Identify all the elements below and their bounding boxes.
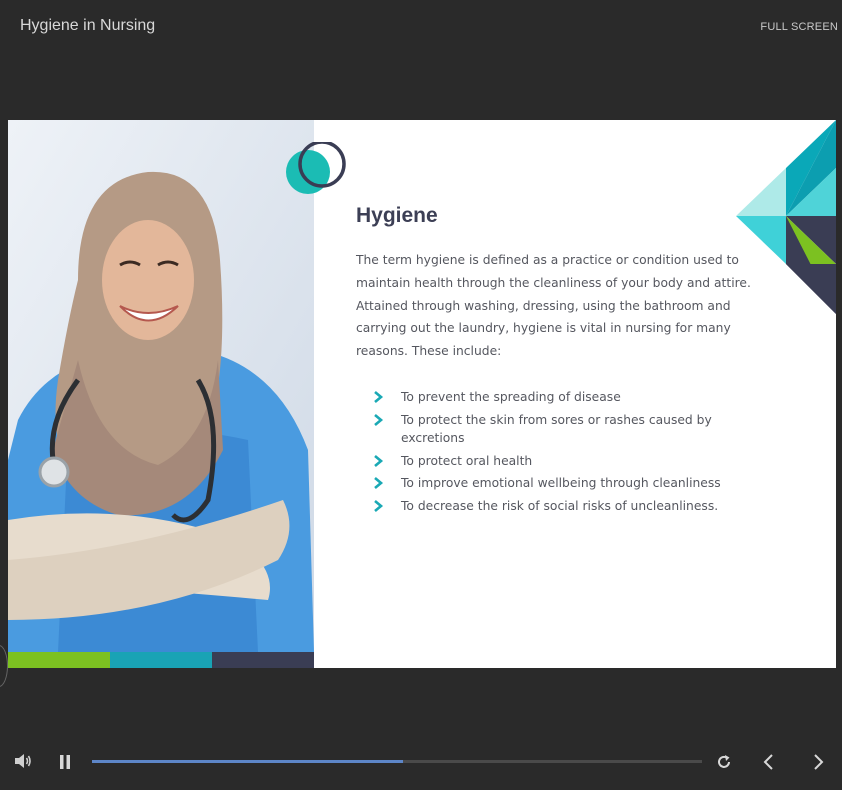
progress-fill (92, 760, 404, 763)
bullet-text: To protect the skin from sores or rashes… (401, 412, 712, 446)
bullet-text: To improve emotional wellbeing through c… (401, 476, 721, 491)
list-item: To protect the skin from sores or rashes… (372, 411, 752, 448)
navy-bar (212, 652, 314, 668)
course-title: Hygiene in Nursing (20, 17, 156, 34)
side-panel-handle[interactable] (0, 645, 8, 687)
chevron-right-icon (374, 391, 384, 403)
list-item: To prevent the spreading of disease (372, 388, 752, 407)
list-item: To protect oral health (372, 452, 752, 471)
slide: Hygiene The term hygiene is defined as a… (8, 120, 836, 668)
slide-paragraph: The term hygiene is defined as a practic… (356, 253, 751, 359)
chevron-right-icon (374, 477, 384, 490)
chevron-left-icon[interactable] (763, 754, 775, 770)
chevron-right-icon (374, 454, 384, 467)
top-bar: Hygiene in Nursing FULL SCREEN (0, 0, 842, 54)
bullet-text: To prevent the spreading of disease (401, 390, 621, 404)
volume-icon[interactable] (14, 753, 32, 769)
teal-bar (110, 652, 212, 668)
pause-icon[interactable] (59, 755, 71, 769)
chevron-right-icon (374, 499, 384, 512)
nurse-photo (8, 120, 314, 652)
color-bars (8, 652, 314, 668)
fullscreen-button[interactable]: FULL SCREEN (760, 21, 838, 33)
chevron-right-icon (374, 413, 384, 426)
green-bar (8, 652, 110, 668)
list-item: To improve emotional wellbeing through c… (372, 474, 752, 493)
list-item: To decrease the risk of social risks of … (372, 497, 752, 516)
replay-icon[interactable] (716, 754, 732, 770)
player-controls (0, 740, 842, 784)
chevron-right-icon[interactable] (812, 754, 824, 770)
bullet-text: To protect oral health (401, 453, 533, 468)
slide-heading: Hygiene (356, 204, 438, 227)
bullet-text: To decrease the risk of social risks of … (401, 498, 719, 513)
progress-bar[interactable] (92, 760, 702, 763)
circles-decoration-icon (286, 142, 346, 194)
bullet-list: To prevent the spreading of disease To p… (372, 388, 752, 520)
